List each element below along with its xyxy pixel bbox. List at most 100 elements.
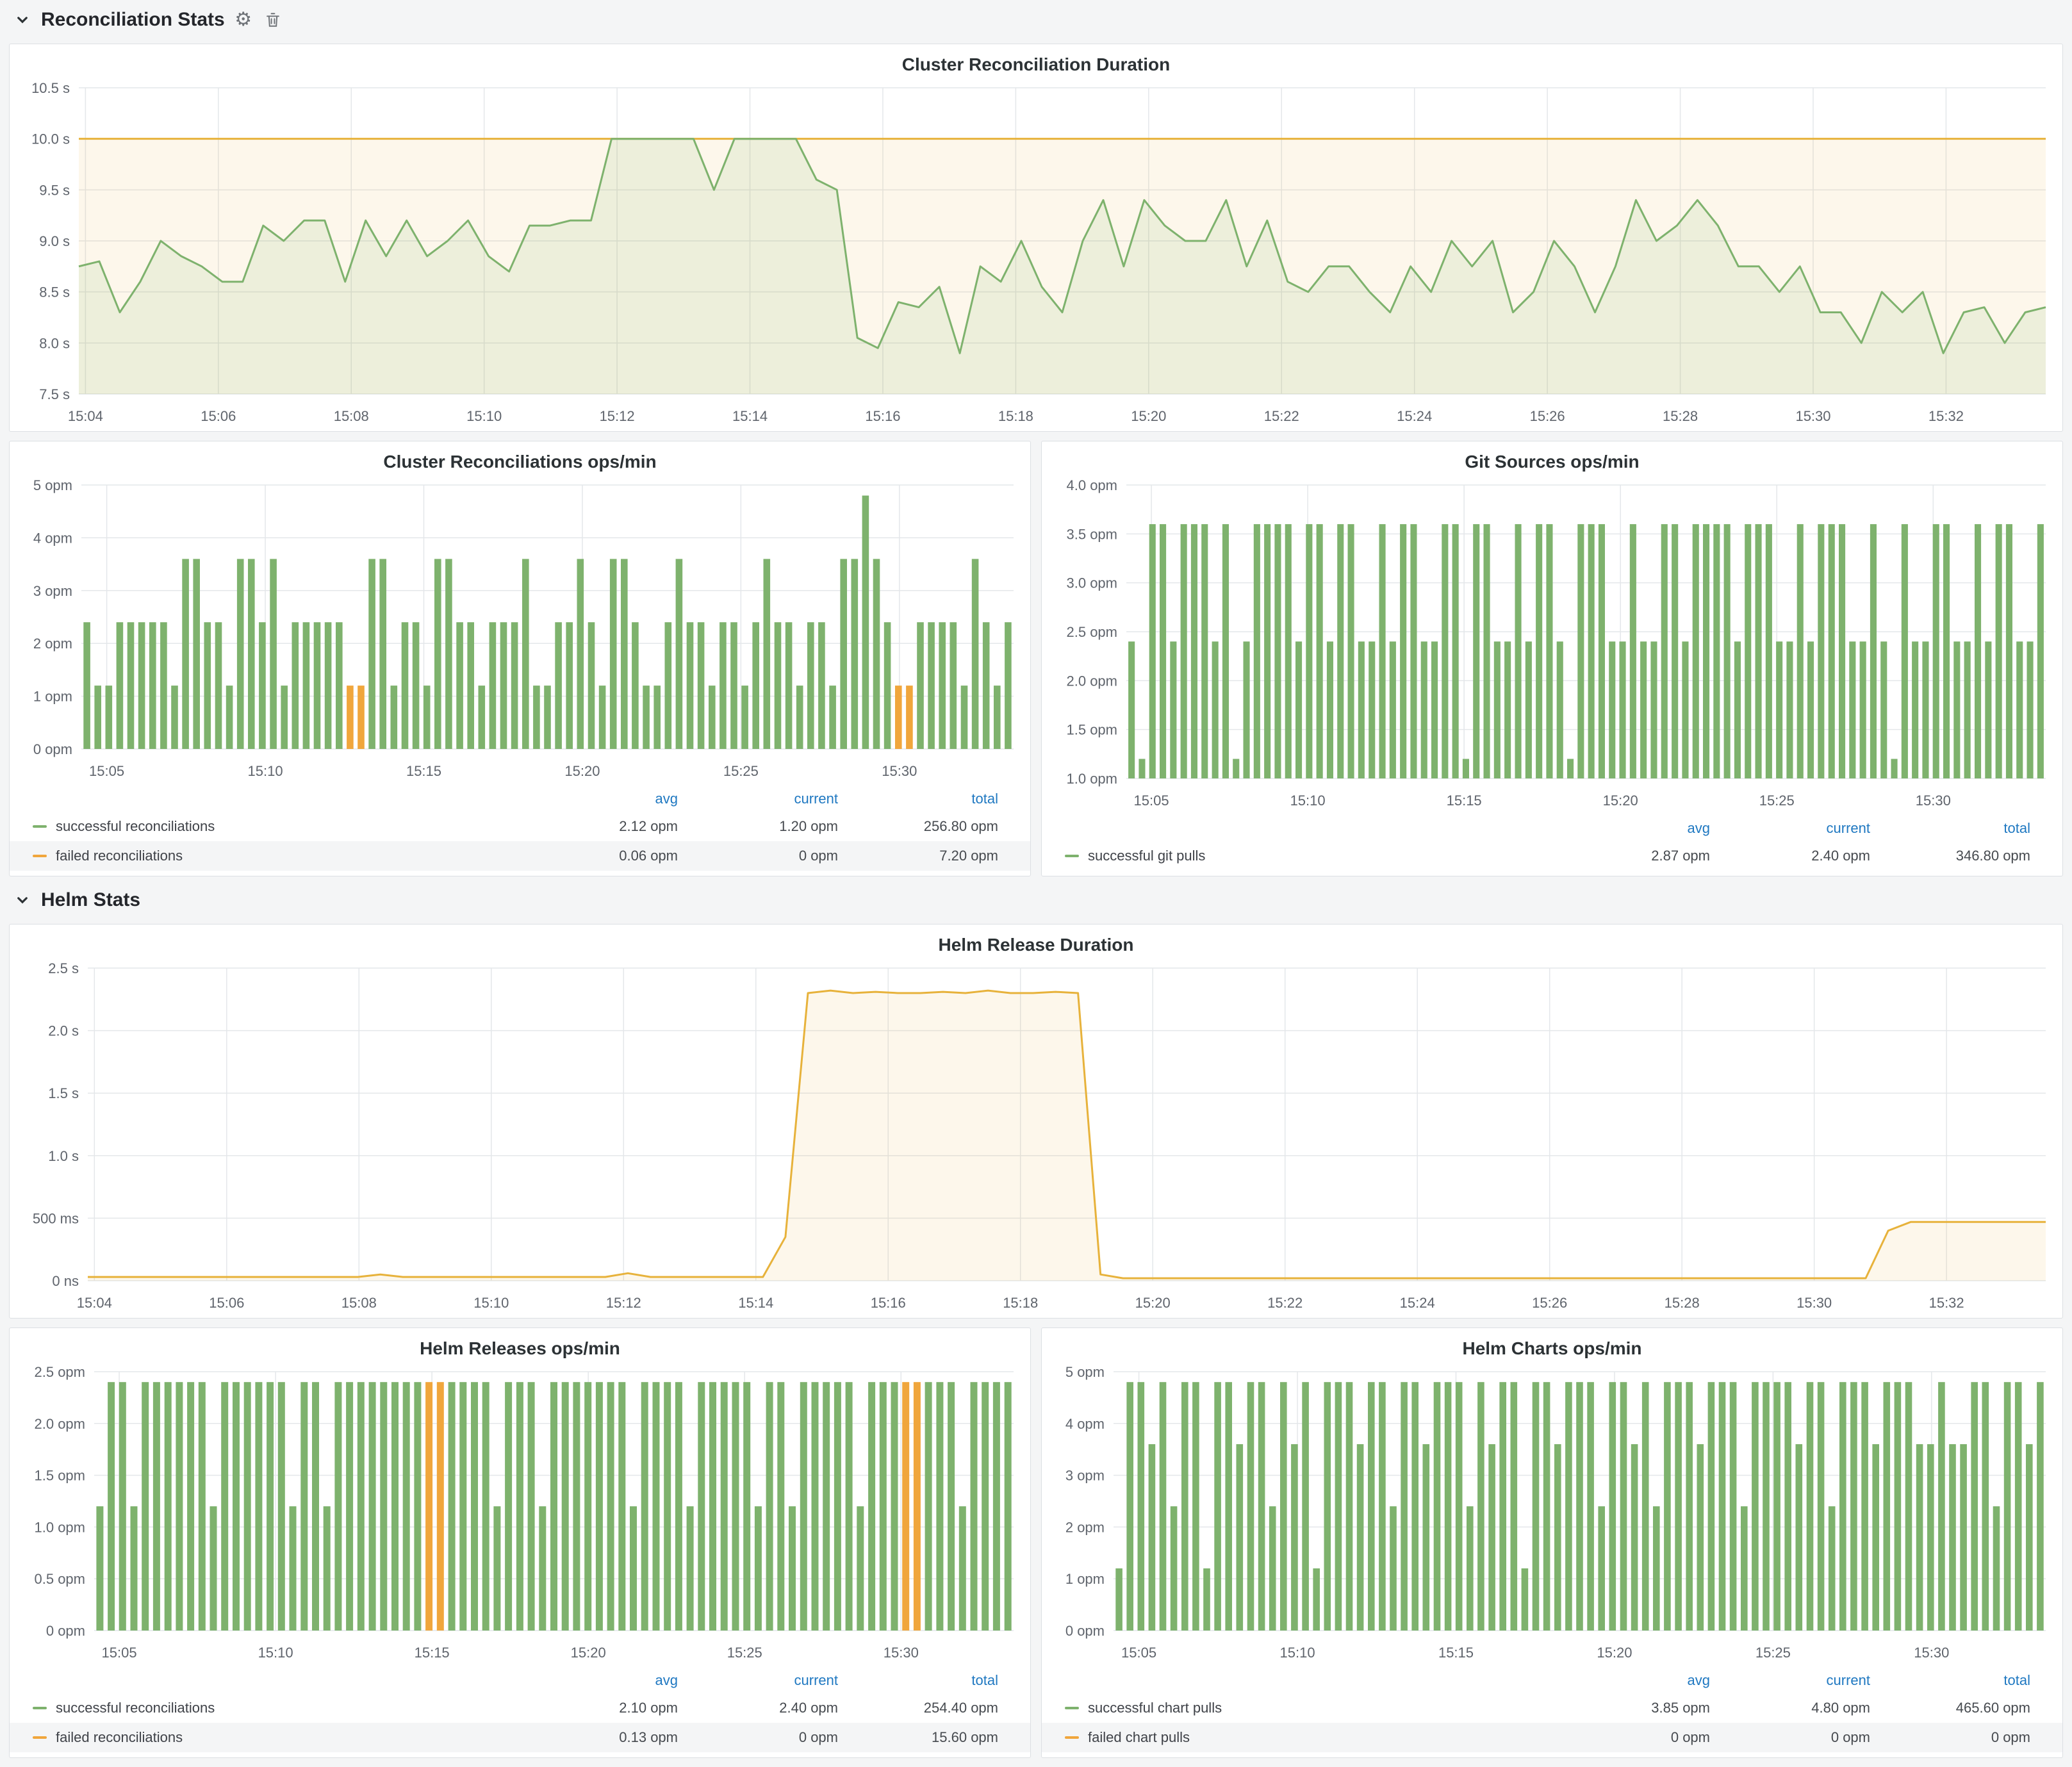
- panel-title[interactable]: Helm Releases ops/min: [10, 1328, 1030, 1361]
- legend-avg-value: 0.06 opm: [518, 848, 678, 864]
- legend-series-label: successful reconciliations: [56, 818, 215, 835]
- svg-text:15:20: 15:20: [1597, 1645, 1632, 1661]
- legend-total-value: 346.80 opm: [1870, 848, 2030, 864]
- svg-text:1.5 opm: 1.5 opm: [35, 1468, 86, 1484]
- svg-text:15:06: 15:06: [209, 1295, 244, 1311]
- legend: avg current total successful git pulls 2…: [1042, 816, 2062, 876]
- legend-avg-value: 0 opm: [1550, 1729, 1710, 1746]
- panel-title[interactable]: Helm Release Duration: [10, 925, 2062, 958]
- legend-header-row: avg current total: [1042, 816, 2062, 841]
- legend-row-successful-git-pulls: successful git pulls 2.87 opm 2.40 opm 3…: [1042, 841, 2062, 871]
- svg-text:15:08: 15:08: [334, 408, 369, 424]
- panel-cluster-reconciliations-ops: Cluster Reconciliations ops/min 0 opm1 o…: [9, 441, 1031, 876]
- legend-total-value: 254.40 opm: [838, 1700, 998, 1716]
- svg-text:5 opm: 5 opm: [33, 477, 72, 493]
- svg-text:15:10: 15:10: [1280, 1645, 1315, 1661]
- legend-total-value: 465.60 opm: [1870, 1700, 2030, 1716]
- cluster-reconciliations-ops-chart[interactable]: 0 opm1 opm2 opm3 opm4 opm5 opm15:0515:10…: [10, 475, 1030, 786]
- svg-text:1.0 opm: 1.0 opm: [35, 1519, 86, 1535]
- svg-text:15:12: 15:12: [600, 408, 635, 424]
- gear-icon[interactable]: ⚙: [233, 9, 254, 31]
- helm-charts-ops-chart[interactable]: 0 opm1 opm2 opm3 opm4 opm5 opm15:0515:10…: [1042, 1361, 2062, 1668]
- chevron-down-icon[interactable]: [12, 9, 33, 31]
- legend-series-toggle[interactable]: successful chart pulls: [1065, 1700, 1550, 1716]
- svg-text:3.5 opm: 3.5 opm: [1067, 526, 1118, 542]
- panel-title[interactable]: Helm Charts ops/min: [1042, 1328, 2062, 1361]
- svg-text:15:20: 15:20: [564, 763, 600, 779]
- legend-header-avg[interactable]: avg: [518, 1672, 678, 1689]
- svg-text:15:15: 15:15: [415, 1645, 450, 1661]
- series-swatch-orange: [33, 1736, 47, 1739]
- svg-text:15:28: 15:28: [1665, 1295, 1700, 1311]
- svg-text:1.5 s: 1.5 s: [48, 1085, 79, 1101]
- legend-header-total[interactable]: total: [838, 791, 998, 807]
- cluster-reconciliation-duration-chart[interactable]: 7.5 s8.0 s8.5 s9.0 s9.5 s10.0 s10.5 s15:…: [10, 78, 2062, 431]
- helm-releases-ops-chart[interactable]: 0 opm0.5 opm1.0 opm1.5 opm2.0 opm2.5 opm…: [10, 1361, 1030, 1668]
- svg-text:2.5 opm: 2.5 opm: [1067, 624, 1118, 640]
- svg-text:7.5 s: 7.5 s: [39, 386, 70, 402]
- legend-header-current[interactable]: current: [678, 791, 838, 807]
- svg-text:15:25: 15:25: [1755, 1645, 1791, 1661]
- legend-header-avg[interactable]: avg: [1550, 1672, 1710, 1689]
- legend-header-total[interactable]: total: [838, 1672, 998, 1689]
- legend-header-current[interactable]: current: [1710, 820, 1870, 837]
- legend-header-row: avg current total: [10, 1668, 1030, 1693]
- svg-text:15:14: 15:14: [738, 1295, 773, 1311]
- legend-avg-value: 2.87 opm: [1550, 848, 1710, 864]
- svg-text:9.5 s: 9.5 s: [39, 182, 70, 198]
- legend-header-total[interactable]: total: [1870, 820, 2030, 837]
- grafana-dashboard: Reconciliation Stats ⚙ Cluster Reconcili…: [0, 0, 2072, 1767]
- legend-row-successful-reconciliations: successful reconciliations 2.12 opm 1.20…: [10, 812, 1030, 841]
- panel-title[interactable]: Cluster Reconciliations ops/min: [10, 441, 1030, 475]
- section-title[interactable]: Reconciliation Stats: [41, 9, 225, 31]
- svg-text:2.5 opm: 2.5 opm: [35, 1364, 86, 1380]
- svg-text:15:20: 15:20: [571, 1645, 606, 1661]
- svg-text:8.5 s: 8.5 s: [39, 284, 70, 300]
- row-helm-ops: Helm Releases ops/min 0 opm 0.5 opm 1.0 op…: [9, 1327, 2063, 1758]
- svg-text:15:25: 15:25: [723, 763, 759, 779]
- legend-row-successful-chart-pulls: successful chart pulls 3.85 opm 4.80 opm…: [1042, 1693, 2062, 1723]
- svg-text:15:10: 15:10: [258, 1645, 293, 1661]
- legend-header-avg[interactable]: avg: [518, 791, 678, 807]
- svg-text:0 opm: 0 opm: [1065, 1623, 1105, 1639]
- legend-header-current[interactable]: current: [678, 1672, 838, 1689]
- git-sources-ops-chart[interactable]: 1.0 opm1.5 opm2.0 opm2.5 opm3.0 opm3.5 o…: [1042, 475, 2062, 816]
- legend-total-value: 15.60 opm: [838, 1729, 998, 1746]
- svg-text:15:04: 15:04: [68, 408, 103, 424]
- legend-header-current[interactable]: current: [1710, 1672, 1870, 1689]
- svg-text:2.0 s: 2.0 s: [48, 1023, 79, 1039]
- svg-text:15:25: 15:25: [727, 1645, 762, 1661]
- svg-text:15:30: 15:30: [882, 763, 917, 779]
- legend-series-toggle[interactable]: failed reconciliations: [33, 848, 518, 864]
- panel-title[interactable]: Git Sources ops/min: [1042, 441, 2062, 475]
- section-header-helm-stats[interactable]: Helm Stats: [9, 885, 2063, 915]
- legend-total-value: 256.80 opm: [838, 818, 998, 835]
- svg-text:15:14: 15:14: [732, 408, 768, 424]
- svg-text:1 opm: 1 opm: [33, 689, 72, 705]
- chevron-down-icon[interactable]: [12, 889, 33, 911]
- legend-header-total[interactable]: total: [1870, 1672, 2030, 1689]
- svg-text:0.5 opm: 0.5 opm: [35, 1571, 86, 1587]
- legend-current-value: 0 opm: [678, 1729, 838, 1746]
- trash-icon[interactable]: [262, 9, 284, 31]
- legend-series-toggle[interactable]: successful git pulls: [1065, 848, 1550, 864]
- legend-current-value: 0 opm: [678, 848, 838, 864]
- legend-header-avg[interactable]: avg: [1550, 820, 1710, 837]
- panel-title[interactable]: Cluster Reconciliation Duration: [10, 44, 2062, 78]
- legend-series-toggle[interactable]: failed chart pulls: [1065, 1729, 1550, 1746]
- legend-series-toggle[interactable]: successful reconciliations: [33, 1700, 518, 1716]
- legend-current-value: 2.40 opm: [678, 1700, 838, 1716]
- legend-series-label: successful git pulls: [1088, 848, 1205, 864]
- legend-series-toggle[interactable]: successful reconciliations: [33, 818, 518, 835]
- svg-text:500 ms: 500 ms: [33, 1210, 79, 1226]
- legend-row-failed-reconciliations: failed reconciliations 0.13 opm 0 opm 15…: [10, 1723, 1030, 1752]
- svg-text:15:24: 15:24: [1397, 408, 1432, 424]
- section-title[interactable]: Helm Stats: [41, 889, 140, 911]
- helm-release-duration-chart[interactable]: 0 ns500 ms1.0 s1.5 s2.0 s2.5 s15:0415:06…: [10, 958, 2062, 1318]
- svg-text:2.0 opm: 2.0 opm: [1067, 673, 1118, 689]
- section-header-reconciliation-stats[interactable]: Reconciliation Stats ⚙: [9, 5, 2063, 35]
- legend-series-toggle[interactable]: failed reconciliations: [33, 1729, 518, 1746]
- panel-helm-releases-ops: Helm Releases ops/min 0 opm 0.5 opm 1.0 op…: [9, 1327, 1031, 1758]
- legend: avg current total successful chart pulls…: [1042, 1668, 2062, 1757]
- svg-text:15:12: 15:12: [606, 1295, 641, 1311]
